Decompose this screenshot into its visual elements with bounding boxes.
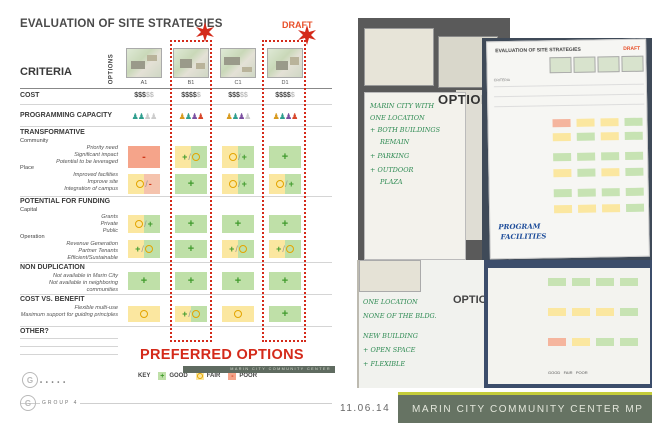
row-label-cost-vs-benefit: COST VS. BENEFIT — [20, 296, 85, 303]
row-label-capital: Capital — [20, 207, 38, 213]
row-label-improved-facilities: Improved facilities — [73, 172, 118, 178]
row-label-transformative: TRANSFORMATIVE — [20, 129, 85, 136]
row-label-grants: Grants — [101, 214, 118, 220]
score-cell-mixed: + / — [222, 240, 254, 258]
score-cell-fair — [222, 306, 254, 322]
score-cell-mixed: + / — [128, 240, 160, 258]
cost-value: $$$$$ — [134, 92, 154, 99]
row-label-efficient-sustainable: Efficient/Sustainable — [67, 255, 118, 261]
logo-dots: • • • • • — [40, 380, 67, 386]
row-label-community: Community — [20, 138, 49, 144]
score-cell-poor: - — [128, 146, 160, 168]
handwritten-note: FACILITIES — [500, 231, 547, 242]
star-marker-icon — [195, 22, 215, 42]
capacity-people-icon: ♟♟♟♟ — [225, 112, 252, 121]
handwritten-note: NONE OF THE BLDG. — [363, 312, 437, 320]
handwritten-note: + OPEN SPACE — [363, 346, 416, 354]
preferred-options-label: PREFERRED OPTIONS — [140, 347, 304, 363]
row-label-place: Place — [20, 165, 34, 171]
evaluation-table: EVALUATION OF SITE STRATEGIES DRAFT OPTI… — [20, 18, 332, 383]
option-thumbnail-a1 — [126, 48, 162, 78]
handwritten-note: PLAZA — [380, 178, 403, 186]
row-label-priority-need: Priority need — [86, 145, 118, 151]
preferred-highlight-box — [262, 40, 306, 342]
evaluation-title: EVALUATION OF SITE STRATEGIES — [20, 18, 223, 30]
row-label-maximum-support: Maximum support for guiding principles — [20, 312, 118, 318]
key-label: KEY — [138, 373, 151, 379]
options-label: OPTIONS — [108, 53, 115, 85]
criteria-heading: CRITERIA — [20, 66, 72, 78]
presentation-date: 11.06.14 — [340, 403, 391, 414]
photo-workshop-option-c: OPTION C ONE LOCATION NONE OF THE BLDG. … — [357, 260, 499, 388]
evaluation-sheet-photo: EVALUATION OF SITE STRATEGIES DRAFT CRIT… — [486, 38, 650, 260]
row-label-operation: Operation — [20, 234, 45, 240]
handwritten-note: + FLEXIBLE — [363, 360, 406, 368]
handwritten-note: + OUTDOOR — [370, 166, 414, 174]
handwritten-note: + BOTH BUILDINGS — [370, 126, 441, 134]
row-label-cost: COST — [20, 92, 40, 99]
score-cell-mixed: / + — [222, 146, 254, 168]
project-title: MARIN CITY COMMUNITY CENTER MP — [412, 404, 644, 415]
row-label-potential-leveraged: Potential to be leveraged — [56, 159, 118, 165]
row-label-other: OTHER? — [20, 328, 49, 335]
group-logo-icon: G — [20, 395, 36, 411]
column-code: A1 — [140, 80, 148, 86]
handwritten-note: ONE LOCATION — [370, 114, 425, 122]
handwritten-note: NEW BUILDING — [363, 332, 418, 340]
handwritten-note: ONE LOCATION — [363, 298, 418, 306]
sheet-key: GOOD FAIR POOR — [548, 370, 588, 375]
capacity-people-icon: ♟♟♟♟ — [131, 112, 158, 121]
group-logo-icon: G — [22, 372, 38, 388]
sheet-title: EVALUATION OF SITE STRATEGIES — [495, 46, 581, 55]
good-plus-icon: + — [158, 372, 167, 380]
row-label-programming-capacity: PROGRAMMING CAPACITY — [20, 112, 113, 119]
poor-minus-icon: - — [228, 372, 237, 380]
score-cell-mixed: / + — [222, 174, 254, 194]
key-fair: FAIR — [195, 372, 220, 380]
column-code: C1 — [234, 80, 242, 86]
handwritten-note: + PARKING — [370, 152, 410, 160]
preferred-highlight-box — [170, 40, 212, 342]
score-cell-good: + — [222, 215, 254, 233]
row-label-not-available-neighboring: Not available in neighboring communities — [48, 280, 118, 293]
handwritten-note: MARIN CITY WITH — [370, 102, 435, 110]
score-cell-mixed: / + — [128, 215, 160, 233]
handwritten-note: PROGRAM — [498, 221, 541, 232]
row-label-potential-funding: POTENTIAL FOR FUNDING — [20, 198, 111, 205]
row-label-partner-tenants: Partner Tenants — [78, 248, 118, 254]
evaluation-sheet-photo: GOOD FAIR POOR — [488, 268, 650, 384]
row-label-integration-campus: Integration of campus — [64, 186, 118, 192]
photo-evaluation-sheet: EVALUATION OF SITE STRATEGIES DRAFT CRIT… — [482, 38, 652, 260]
site-plan-board — [359, 260, 421, 292]
row-label-significant-impact: Significant impact — [74, 152, 118, 158]
score-cell-good: + — [222, 272, 254, 290]
handwritten-note: REMAIN — [380, 138, 410, 146]
score-cell-mixed: / - — [128, 174, 160, 194]
site-plan-board — [364, 28, 434, 86]
row-label-improve-site: Improve site — [87, 179, 118, 185]
option-thumbnail-c1 — [220, 48, 256, 78]
fair-circle-icon — [195, 372, 204, 380]
score-cell-good: + — [128, 272, 160, 290]
row-label-private: Private — [100, 221, 118, 227]
row-label-flexible-multi-use: Flexible multi-use — [74, 305, 118, 311]
score-cell-fair — [128, 306, 160, 322]
key-good: + GOOD — [158, 372, 188, 380]
sheet-draft: DRAFT — [623, 45, 641, 53]
group-label: GROUP 4 — [40, 400, 81, 406]
table-footer-bar: MARIN CITY COMMUNITY CENTER — [183, 366, 335, 373]
photo-sheet-detail: GOOD FAIR POOR — [484, 260, 652, 388]
project-title-bar: MARIN CITY COMMUNITY CENTER MP — [398, 392, 652, 423]
row-label-not-available-marin: Not available in Marin City — [53, 273, 118, 279]
key-poor: - POOR — [228, 372, 257, 380]
row-label-revenue-generation: Revenue Generation — [66, 241, 118, 247]
row-label-non-duplication: NON DUPLICATION — [20, 264, 85, 271]
cost-value: $$$$$ — [228, 92, 248, 99]
